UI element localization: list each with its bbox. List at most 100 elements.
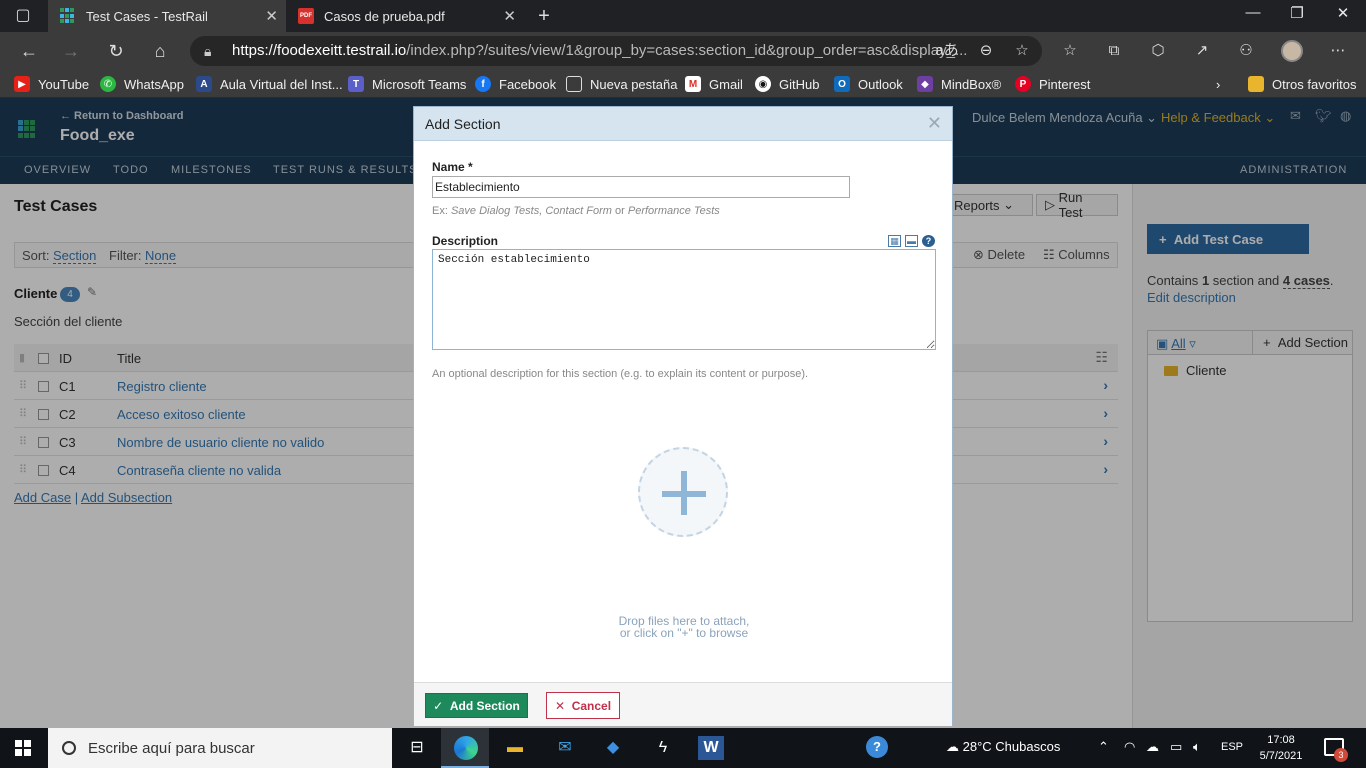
url-path: /index.php?/suites/view/1&group_by=cases… [406,42,968,59]
add-section-dialog: Add Section ✕ Name * Ex: Save Dialog Tes… [413,106,953,726]
folder-icon [1248,76,1264,92]
favorites-icon[interactable]: ☆ [1058,40,1082,62]
close-icon[interactable]: ✕ [927,113,942,134]
help-app-icon[interactable]: ? [866,736,888,758]
task-view-icon[interactable]: ⊟ [404,736,430,760]
profile-switch-icon[interactable]: ⚇ [1234,40,1258,62]
add-favorite-icon[interactable]: ☆ [1010,40,1034,62]
table-icon[interactable]: ▦ [888,235,901,247]
attach-plus-icon[interactable] [638,447,728,537]
search-icon [62,741,76,755]
bookmark-new-tab[interactable]: Nueva pestaña [566,75,677,93]
add-section-label: Add Section [449,698,520,713]
tab-test-cases[interactable]: Test Cases - TestRail ✕ [48,0,286,32]
weather-widget[interactable]: ☁ 28°C Chubascos [946,739,1060,755]
refresh-icon[interactable]: ↻ [103,39,129,63]
teams-icon: T [348,76,364,92]
dropbox-icon[interactable]: ◆ [600,736,626,760]
bookmark-label: Outlook [858,76,903,92]
notifications-badge: 3 [1334,748,1348,762]
testrail-favicon-icon [60,8,76,24]
bookmark-pinterest[interactable]: P Pinterest [1015,75,1090,93]
extensions-icon[interactable]: ⬡ [1146,40,1170,62]
back-icon[interactable]: ← [16,39,42,63]
aula-virtual-icon: A [196,76,212,92]
edge-browser-icon[interactable] [454,736,478,760]
profile-avatar[interactable] [1281,40,1303,62]
bookmark-label: Facebook [499,76,557,92]
help-icon[interactable]: ? [922,235,935,247]
weather-icon: ☁ [946,739,959,754]
image-icon[interactable]: ▬ [905,235,918,247]
bookmark-label: Nueva pestaña [590,76,678,92]
bookmark-teams[interactable]: T Microsoft Teams [348,75,466,93]
mail-app-icon[interactable]: ✉ [552,736,578,760]
cancel-button[interactable]: ✕ Cancel [546,692,620,719]
weather-text: 28°C Chubascos [962,739,1061,754]
clock[interactable]: 17:08 5/7/2021 [1256,732,1306,764]
bookmark-label: MindBox® [941,76,1002,92]
collections-icon[interactable]: ⧉ [1102,40,1126,62]
battery-icon[interactable]: ▭ [1170,739,1182,755]
facebook-icon: f [475,76,491,92]
bookmark-whatsapp[interactable]: ✆ WhatsApp [100,75,184,93]
dropzone-line: or click on "+" to browse [619,626,749,640]
windows-start-icon[interactable] [15,740,31,756]
new-tab-icon[interactable]: + [531,4,557,28]
bookmark-other-favorites[interactable]: Otros favoritos [1248,75,1357,93]
clock-date: 5/7/2021 [1259,750,1303,762]
section-description-textarea[interactable]: Sección establecimiento [432,249,936,350]
plus-bar [681,471,687,515]
zoom-icon[interactable]: ⊖ [974,40,998,62]
bookmark-label: WhatsApp [124,76,184,92]
onedrive-icon[interactable]: ☁ [1146,739,1159,755]
bookmark-facebook[interactable]: f Facebook [475,75,556,93]
word-icon[interactable]: W [698,736,724,760]
section-name-input[interactable] [432,176,850,198]
close-window-icon[interactable]: ✕ [1328,4,1358,22]
whatsapp-icon: ✆ [100,76,116,92]
url-host: https://foodexeitt.testrail.io [232,42,407,59]
tab-pdf[interactable]: PDF Casos de prueba.pdf ✕ [286,0,524,32]
bookmark-label: GitHub [779,76,820,92]
share-icon[interactable]: ↗ [1190,40,1214,62]
bookmark-gmail[interactable]: M Gmail [685,75,743,93]
minimize-icon[interactable]: — [1238,4,1268,21]
language-indicator[interactable]: ESP [1221,741,1243,753]
lock-icon: 🔒︎ [204,43,212,59]
bookmark-label: Gmail [709,76,743,92]
bookmark-youtube[interactable]: ▶ YouTube [14,75,89,93]
clock-time: 17:08 [1267,734,1295,746]
file-explorer-icon[interactable]: ▬ [502,736,528,760]
name-label: Name * [432,160,473,174]
home-icon[interactable]: ⌂ [147,39,173,63]
forward-icon[interactable]: → [58,39,84,63]
bookmark-aula-virtual[interactable]: A Aula Virtual del Inst... [196,75,343,93]
taskbar-search[interactable]: Escribe aquí para buscar [48,728,392,768]
url-input[interactable]: 🔒︎ https://foodexeitt.testrail.io/index.… [190,36,1042,66]
tab-title: Casos de prueba.pdf [324,8,445,24]
tab-title: Test Cases - TestRail [86,8,208,24]
hint-prefix: Ex: [432,205,448,217]
pinterest-icon: P [1015,76,1031,92]
tab-actions-icon[interactable]: ▢ [10,4,36,28]
show-hidden-icons[interactable]: ⌃ [1098,739,1109,755]
bookmark-mindbox[interactable]: ◆ MindBox® [917,75,1001,93]
app-bolt-icon[interactable]: ϟ [650,736,676,760]
bookmarks-overflow-icon[interactable]: › [1216,75,1220,93]
dropzone-text: Drop files here to attach, or click on "… [414,615,954,639]
description-toolbar: ▦ ▬ ? [888,235,935,247]
close-tab-icon[interactable]: ✕ [503,7,516,25]
bookmark-outlook[interactable]: O Outlook [834,75,903,93]
wifi-icon[interactable]: ◠ [1124,739,1135,755]
read-aloud-icon[interactable]: aあ [935,40,959,62]
bookmark-label: YouTube [38,76,90,92]
close-tab-icon[interactable]: ✕ [265,7,278,25]
maximize-icon[interactable]: ❐ [1282,4,1312,22]
bookmark-label: Otros favoritos [1272,76,1357,92]
volume-icon[interactable]: 🔈︎ [1193,739,1201,755]
bookmarks-bar: ▶ YouTube ✆ WhatsApp A Aula Virtual del Ins… [0,70,1366,98]
more-options-icon[interactable]: ⋯ [1326,40,1350,62]
add-section-button[interactable]: ✓ Add Section [425,693,528,718]
bookmark-github[interactable]: ◉ GitHub [755,75,819,93]
